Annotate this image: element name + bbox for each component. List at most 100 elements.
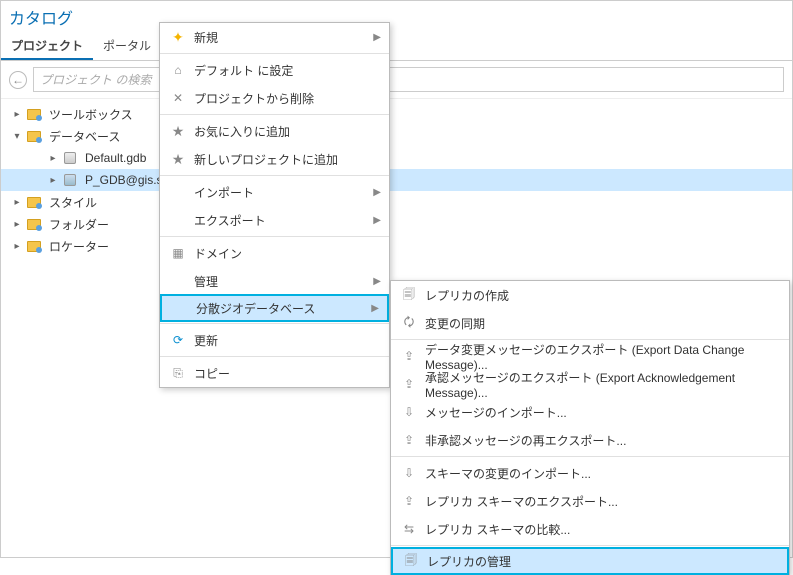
menu-separator xyxy=(160,323,389,324)
manage-replica-icon: 🗐 xyxy=(401,551,421,571)
menu-label: メッセージのインポート... xyxy=(425,404,781,421)
menu-label: 分散ジオデータベース xyxy=(196,300,371,317)
collapse-icon[interactable]: ▾ xyxy=(11,131,23,142)
submenu-export-ack[interactable]: ⇪ 承認メッセージのエクスポート (Export Acknowledgement… xyxy=(391,370,789,398)
menu-label: 新しいプロジェクトに追加 xyxy=(194,151,381,168)
menu-separator xyxy=(160,356,389,357)
menu-label: レプリカ スキーマのエクスポート... xyxy=(425,493,781,510)
export-icon: ⇪ xyxy=(399,374,419,394)
expand-icon[interactable]: ▸ xyxy=(47,175,59,186)
expand-icon[interactable]: ▸ xyxy=(11,241,23,252)
menu-label: 承認メッセージのエクスポート (Export Acknowledgement M… xyxy=(425,369,781,400)
expand-icon[interactable]: ▸ xyxy=(11,109,23,120)
blank-icon xyxy=(168,210,188,230)
sde-icon xyxy=(61,172,79,188)
submenu-reexport-unack[interactable]: ⇪ 非承認メッセージの再エクスポート... xyxy=(391,426,789,454)
submenu-compare-replica-schema[interactable]: ⇆ レプリカ スキーマの比較... xyxy=(391,515,789,543)
tab-project[interactable]: プロジェクト xyxy=(1,33,93,60)
menu-import[interactable]: インポート ▶ xyxy=(160,178,389,206)
replica-icon: 🗐 xyxy=(399,285,419,305)
tree-toolbox[interactable]: ▸ ツールボックス xyxy=(1,103,792,125)
chevron-right-icon: ▶ xyxy=(373,215,381,226)
tree-locator[interactable]: ▸ ロケーター xyxy=(1,235,792,257)
menu-label: データ変更メッセージのエクスポート (Export Data Change Me… xyxy=(425,341,781,372)
menu-label: 管理 xyxy=(194,273,373,290)
refresh-icon: ⟳ xyxy=(168,330,188,350)
context-menu: ✦ 新規 ▶ ⌂ デフォルト に設定 ✕ プロジェクトから削除 ★ お気に入りに… xyxy=(159,22,390,388)
folder-icon xyxy=(25,128,43,144)
tree-label: スタイル xyxy=(49,194,97,211)
folder-icon xyxy=(25,106,43,122)
tree-label: フォルダー xyxy=(49,216,109,233)
tree-database[interactable]: ▾ データベース xyxy=(1,125,792,147)
chevron-right-icon: ▶ xyxy=(373,32,381,43)
menu-label: 更新 xyxy=(194,332,381,349)
submenu-create-replica[interactable]: 🗐 レプリカの作成 xyxy=(391,281,789,309)
menu-separator xyxy=(160,53,389,54)
expand-icon[interactable]: ▸ xyxy=(11,219,23,230)
export-icon: ⇪ xyxy=(399,346,419,366)
menu-label: レプリカの管理 xyxy=(427,553,779,570)
menu-separator xyxy=(391,545,789,546)
menu-new[interactable]: ✦ 新規 ▶ xyxy=(160,23,389,51)
menu-label: 新規 xyxy=(194,29,373,46)
menu-label: レプリカ スキーマの比較... xyxy=(425,521,781,538)
submenu-manage-replicas[interactable]: 🗐 レプリカの管理 xyxy=(391,547,789,575)
menu-label: ドメイン xyxy=(194,245,381,262)
import-icon: ⇩ xyxy=(399,402,419,422)
menu-label: レプリカの作成 xyxy=(425,287,781,304)
submenu-import-schema[interactable]: ⇩ スキーマの変更のインポート... xyxy=(391,459,789,487)
submenu-export-data-change[interactable]: ⇪ データ変更メッセージのエクスポート (Export Data Change … xyxy=(391,342,789,370)
menu-add-favorites[interactable]: ★ お気に入りに追加 xyxy=(160,117,389,145)
submenu-sync-changes[interactable]: 🗘 変更の同期 xyxy=(391,309,789,337)
tree-label: ロケーター xyxy=(49,238,109,255)
tab-portal[interactable]: ポータル xyxy=(93,33,161,60)
menu-export[interactable]: エクスポート ▶ xyxy=(160,206,389,234)
blank-icon xyxy=(168,182,188,202)
menu-domain[interactable]: ▦ ドメイン xyxy=(160,239,389,267)
submenu-import-message[interactable]: ⇩ メッセージのインポート... xyxy=(391,398,789,426)
home-icon: ⌂ xyxy=(168,60,188,80)
gdb-icon xyxy=(61,150,79,166)
panel-title: カタログ xyxy=(1,1,792,33)
tree-pgdb[interactable]: ▸ P_GDB@gis.sde xyxy=(1,169,792,191)
submenu-export-replica-schema[interactable]: ⇪ レプリカ スキーマのエクスポート... xyxy=(391,487,789,515)
menu-separator xyxy=(160,114,389,115)
menu-label: コピー xyxy=(194,365,381,382)
menu-label: エクスポート xyxy=(194,212,373,229)
search-input[interactable]: プロジェクト の検索 xyxy=(33,67,784,92)
tree-folder[interactable]: ▸ フォルダー xyxy=(1,213,792,235)
menu-label: インポート xyxy=(194,184,373,201)
menu-label: 非承認メッセージの再エクスポート... xyxy=(425,432,781,449)
domain-icon: ▦ xyxy=(168,243,188,263)
chevron-right-icon: ▶ xyxy=(373,187,381,198)
menu-label: スキーマの変更のインポート... xyxy=(425,465,781,482)
expand-icon[interactable]: ▸ xyxy=(47,153,59,164)
export-icon: ⇪ xyxy=(399,430,419,450)
menu-label: プロジェクトから削除 xyxy=(194,90,381,107)
menu-add-new-project[interactable]: ★ 新しいプロジェクトに追加 xyxy=(160,145,389,173)
sync-icon: 🗘 xyxy=(399,313,419,333)
blank-icon xyxy=(170,298,190,318)
tree-label: Default.gdb xyxy=(85,151,146,165)
menu-copy[interactable]: ⎘ コピー xyxy=(160,359,389,387)
menu-manage[interactable]: 管理 ▶ xyxy=(160,267,389,295)
menu-label: デフォルト に設定 xyxy=(194,62,381,79)
tree-style[interactable]: ▸ スタイル xyxy=(1,191,792,213)
menu-refresh[interactable]: ⟳ 更新 xyxy=(160,326,389,354)
back-icon[interactable]: ← xyxy=(9,71,27,89)
copy-icon: ⎘ xyxy=(168,363,188,383)
chevron-right-icon: ▶ xyxy=(371,303,379,314)
schema-icon: ⇪ xyxy=(399,491,419,511)
submenu-distributed-gdb: 🗐 レプリカの作成 🗘 変更の同期 ⇪ データ変更メッセージのエクスポート (E… xyxy=(390,280,790,575)
tree-default-gdb[interactable]: ▸ Default.gdb xyxy=(1,147,792,169)
tab-bar: プロジェクト ポータル コンピ xyxy=(1,33,792,61)
compare-icon: ⇆ xyxy=(399,519,419,539)
menu-label: 変更の同期 xyxy=(425,315,781,332)
menu-set-default[interactable]: ⌂ デフォルト に設定 xyxy=(160,56,389,84)
menu-delete-from-project[interactable]: ✕ プロジェクトから削除 xyxy=(160,84,389,112)
tree-label: データベース xyxy=(49,128,120,145)
folder-icon xyxy=(25,194,43,210)
expand-icon[interactable]: ▸ xyxy=(11,197,23,208)
menu-distributed-gdb[interactable]: 分散ジオデータベース ▶ xyxy=(160,294,389,322)
